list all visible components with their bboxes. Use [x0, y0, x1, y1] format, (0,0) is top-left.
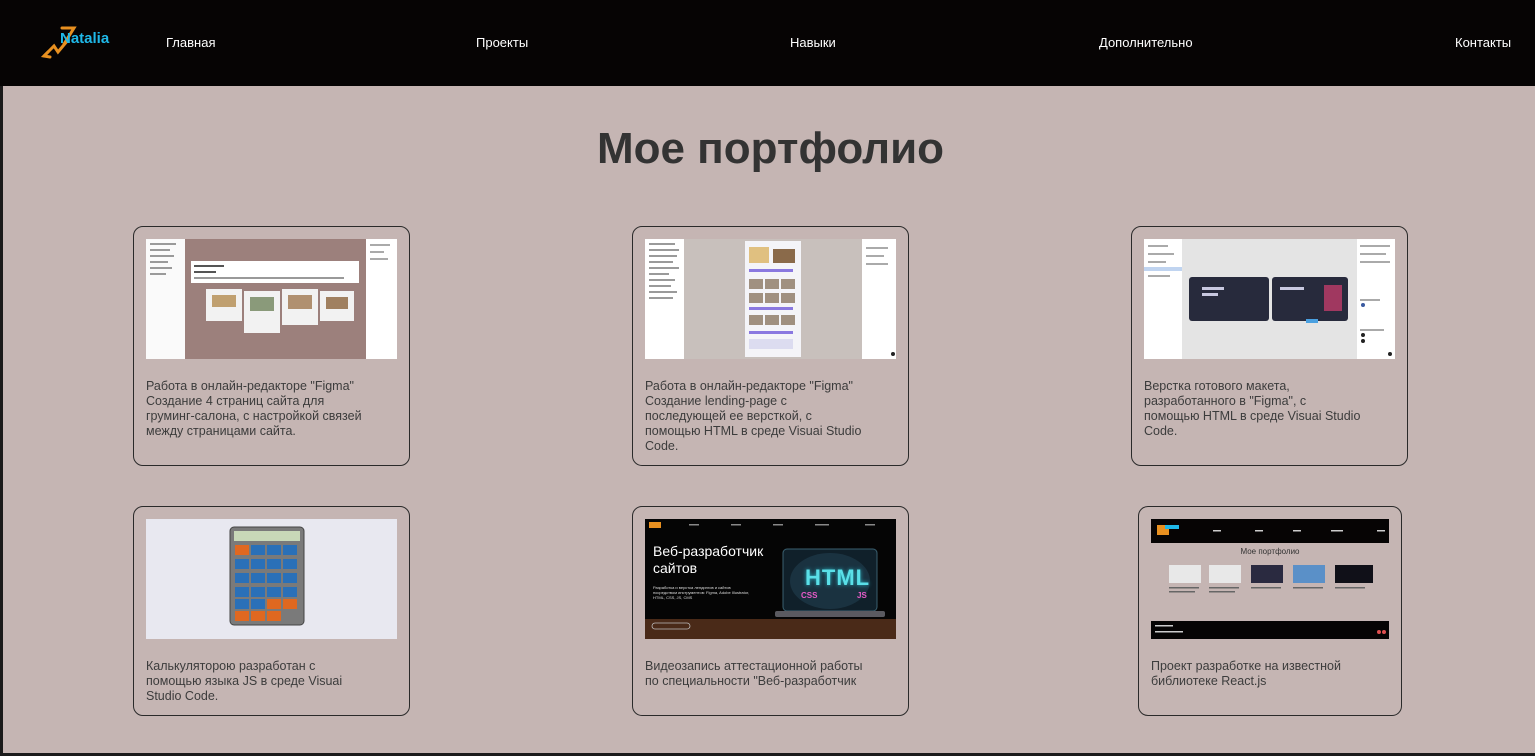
card-description: Калькуляторою разработан с помощью языка… — [146, 659, 343, 703]
video-css-label: CSS — [801, 591, 818, 600]
nav-projects[interactable]: Проекты — [476, 35, 528, 50]
card-thumbnail — [645, 239, 896, 359]
video-headline: Веб-разработчик сайтов — [653, 543, 764, 576]
nav-skills[interactable]: Навыки — [790, 35, 836, 50]
video-html-label: HTML — [805, 565, 871, 590]
portfolio-card-calculator[interactable]: Калькуляторою разработан с помощью языка… — [133, 506, 410, 716]
nav-additional[interactable]: Дополнительно — [1099, 35, 1193, 50]
portfolio-card-layout[interactable]: Верстка готового макета, разработанного … — [1131, 226, 1408, 466]
card-description: Верстка готового макета, разработанного … — [1144, 379, 1361, 438]
video-subtext: Разработка и верстка лендингов и сайтов … — [653, 585, 750, 600]
video-js-label: JS — [857, 591, 867, 600]
card-description: Работа в онлайн-редакторе "Figma" Создан… — [645, 379, 862, 453]
portfolio-card-react[interactable]: Мое портфолио Проект разработке на извес… — [1138, 506, 1402, 716]
card-thumbnail — [146, 519, 397, 639]
portfolio-card-figma-landing[interactable]: Работа в онлайн-редакторе "Figma" Создан… — [632, 226, 909, 466]
card-thumbnail: Веб-разработчик сайтов Разработка и верс… — [645, 519, 896, 639]
card-description: Проект разработке на известной библиотек… — [1151, 659, 1341, 688]
page-title: Мое портфолио — [596, 124, 945, 173]
card-description: Работа в онлайн-редакторе "Figma" Создан… — [146, 379, 362, 438]
card-thumbnail — [146, 239, 397, 359]
card-thumbnail — [1144, 239, 1395, 359]
nav-contacts[interactable]: Контакты — [1455, 35, 1511, 50]
window-edge — [0, 0, 3, 756]
top-navigation: Natalia Главная Проекты Навыки Дополните… — [0, 0, 1535, 86]
react-thumb-heading: Мое портфолио — [1240, 547, 1300, 556]
logo[interactable]: Natalia — [40, 22, 115, 62]
portfolio-card-figma-grooming[interactable]: Работа в онлайн-редакторе "Figma" Создан… — [133, 226, 410, 466]
card-description: Видеозапись аттестационной работы по спе… — [645, 659, 863, 688]
nav-home[interactable]: Главная — [166, 35, 215, 50]
portfolio-card-video[interactable]: Веб-разработчик сайтов Разработка и верс… — [632, 506, 909, 716]
logo-text: Natalia — [60, 30, 110, 47]
card-thumbnail: Мое портфолио — [1151, 519, 1389, 639]
